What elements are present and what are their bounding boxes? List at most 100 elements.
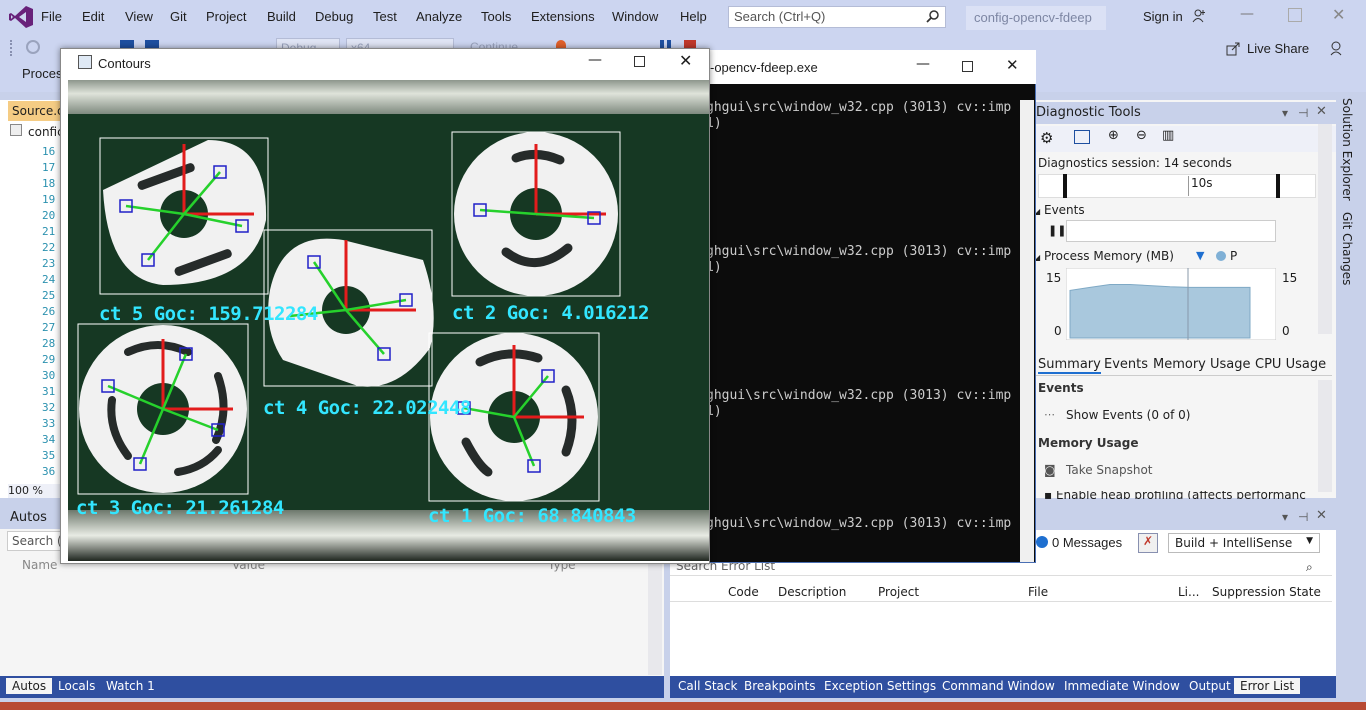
tab-error-list[interactable]: Error List (1234, 678, 1301, 694)
tab-breakpoints[interactable]: Breakpoints (738, 678, 821, 694)
restore-window-button[interactable] (1288, 8, 1302, 22)
column-name[interactable]: Name (22, 558, 57, 572)
close-icon-2[interactable]: ✕ (1316, 104, 1327, 119)
menu-git[interactable]: Git (170, 9, 187, 24)
build-intellisense-dropdown[interactable]: Build + IntelliSense ▼ (1168, 533, 1320, 553)
solution-explorer-tab[interactable]: Solution Explorer (1340, 98, 1354, 201)
memory-chart[interactable] (1066, 268, 1276, 340)
diagnostics-timeline[interactable] (1038, 174, 1316, 198)
tab-watch-1[interactable]: Watch 1 (100, 678, 161, 694)
search-icon[interactable] (926, 9, 940, 23)
filter-icon[interactable]: ✗ (1138, 533, 1158, 553)
line-number: 31 (42, 385, 56, 398)
menu-test[interactable]: Test (373, 9, 397, 24)
pause-icon-3[interactable]: ❚❚ (1048, 224, 1066, 237)
back-icon[interactable] (26, 40, 40, 54)
tab-exception-settings[interactable]: Exception Settings (818, 678, 942, 694)
console-window[interactable] (672, 50, 1036, 563)
dropdown-arrow-icon-2[interactable]: ▾ (1282, 106, 1288, 120)
camera-icon: ◙ (1044, 463, 1056, 477)
column-description[interactable]: Description (778, 585, 846, 599)
menu-debug[interactable]: Debug (315, 9, 353, 24)
diag-tab-memory-usage[interactable]: Memory Usage (1153, 357, 1251, 372)
line-number: 27 (42, 321, 56, 334)
zoom-level[interactable]: 100 % (8, 484, 68, 498)
status-bar (0, 702, 1366, 710)
menu-build[interactable]: Build (267, 9, 296, 24)
menu-project[interactable]: Project (206, 9, 246, 24)
diag-scrollbar[interactable] (1318, 124, 1332, 334)
console-close-button[interactable]: ✕ (1006, 56, 1019, 74)
git-changes-tab[interactable]: Git Changes (1340, 212, 1354, 285)
export-icon[interactable] (1074, 130, 1090, 144)
editor-tab-source[interactable]: Source.c (8, 101, 64, 121)
tab-call-stack[interactable]: Call Stack (672, 678, 743, 694)
line-number: 23 (42, 257, 56, 270)
dropdown-arrow-icon[interactable]: ▾ (1282, 510, 1288, 524)
autos-scrollbar[interactable] (648, 555, 662, 675)
pin-icon[interactable]: ⊣ (1298, 510, 1308, 524)
process-label: Proces (22, 66, 63, 81)
column-code[interactable]: Code (728, 585, 759, 599)
timeline-end-marker[interactable] (1276, 174, 1280, 198)
menu-tools[interactable]: Tools (481, 9, 511, 24)
toolbar-grip[interactable] (10, 40, 20, 56)
visual-studio-logo-icon[interactable] (8, 5, 34, 29)
console-line: ghgui\src\window_w32.cpp (3013) cv::imp (706, 244, 1012, 259)
contours-titlebar (61, 49, 709, 79)
menu-analyze[interactable]: Analyze (416, 9, 462, 24)
heap-profiling-option[interactable]: ▪ Enable heap profiling (affects perform… (1044, 491, 1324, 499)
contours-maximize-button[interactable] (634, 56, 645, 67)
tab-output[interactable]: Output (1183, 678, 1237, 694)
close-icon[interactable]: ✕ (1316, 508, 1327, 523)
gear-icon[interactable]: ⚙ (1040, 129, 1053, 147)
tab-autos[interactable]: Autos (6, 678, 53, 694)
user-add-icon[interactable] (1192, 9, 1206, 23)
file-tree-label[interactable]: confic (28, 125, 64, 139)
tab-locals[interactable]: Locals (52, 678, 101, 694)
zoom-out-icon[interactable]: ⊖ (1136, 128, 1147, 143)
column-project[interactable]: Project (878, 585, 919, 599)
close-window-button[interactable]: ✕ (1332, 5, 1345, 24)
diag-tab-summary[interactable]: Summary (1038, 357, 1101, 374)
sign-in-link[interactable]: Sign in (1143, 9, 1183, 24)
timeline-start-marker[interactable] (1063, 174, 1067, 198)
diag-tab-cpu-usage[interactable]: CPU Usage (1255, 357, 1326, 372)
search-icon-2[interactable]: ⌕ (1306, 560, 1313, 575)
contours-close-button[interactable]: ✕ (679, 51, 692, 70)
console-line: ghgui\src\window_w32.cpp (3013) cv::imp (706, 516, 1012, 531)
line-number: 18 (42, 177, 56, 190)
share-icon[interactable] (1226, 41, 1241, 56)
chart-icon[interactable]: ▥ (1162, 128, 1174, 143)
menu-view[interactable]: View (125, 9, 153, 24)
live-share-button[interactable]: Live Share (1247, 41, 1309, 56)
show-events-link[interactable]: Show Events (0 of 0) (1066, 408, 1190, 422)
events-track[interactable] (1066, 220, 1276, 242)
column-suppression-state[interactable]: Suppression State (1212, 585, 1321, 599)
column-line[interactable]: Li... (1178, 585, 1199, 599)
search-input[interactable]: Search (Ctrl+Q) (728, 6, 946, 28)
console-minimize-button[interactable]: — (916, 56, 930, 72)
contours-minimize-button[interactable]: — (588, 52, 602, 68)
memory-axis-max-left: 15 (1046, 271, 1062, 285)
timeline-tick: 10s (1188, 176, 1213, 196)
minimize-window-button[interactable]: — (1240, 6, 1254, 26)
take-snapshot-button[interactable]: Take Snapshot (1066, 463, 1153, 477)
menu-edit[interactable]: Edit (82, 9, 104, 24)
console-scrollbar[interactable] (1020, 100, 1034, 562)
menu-window[interactable]: Window (612, 9, 658, 24)
tab-immediate-window[interactable]: Immediate Window (1058, 678, 1186, 694)
column-file[interactable]: File (1028, 585, 1048, 599)
pin-icon-2[interactable]: ⊣ (1298, 106, 1308, 120)
menu-extensions[interactable]: Extensions (531, 9, 595, 24)
zoom-in-icon[interactable]: ⊕ (1108, 128, 1119, 143)
messages-filter-button[interactable]: 0 Messages (1052, 535, 1122, 550)
diag-tab-events[interactable]: Events (1104, 357, 1148, 372)
feedback-icon[interactable] (1328, 40, 1344, 56)
line-number: 36 (42, 465, 56, 478)
diag-lower-scrollbar[interactable] (1318, 380, 1332, 492)
menu-help[interactable]: Help (680, 9, 707, 24)
console-maximize-button[interactable] (962, 61, 973, 72)
menu-file[interactable]: File (41, 9, 62, 24)
tab-command-window[interactable]: Command Window (936, 678, 1061, 694)
